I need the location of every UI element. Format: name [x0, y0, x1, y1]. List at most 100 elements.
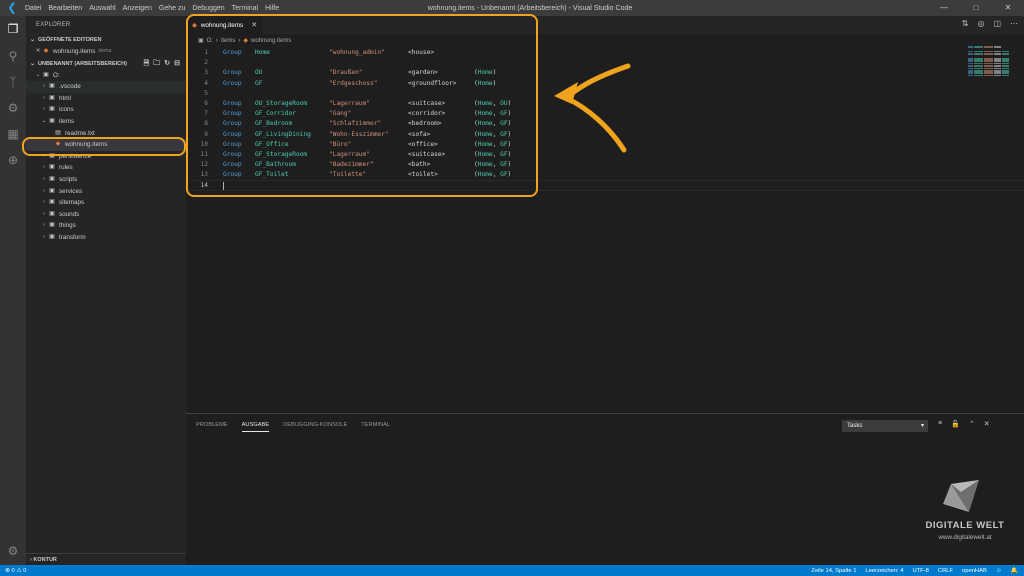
clear-output-icon[interactable]: ≡	[938, 420, 942, 428]
close-panel-icon[interactable]: ✕	[984, 420, 990, 428]
workspace-section[interactable]: ⌄ UNBENANNT (ARBEITSBEREICH) 🗎 🗀 ↻ ⊟	[26, 58, 186, 70]
tree-item-rules[interactable]: › ▣ rules	[26, 162, 186, 174]
watermark-url: www.digitalewelt.at	[938, 534, 992, 541]
tree-item-icons[interactable]: › ▣ icons	[26, 104, 186, 116]
remote-icon[interactable]: ⊕	[3, 150, 23, 170]
minimap-token	[984, 70, 993, 72]
menu-edit[interactable]: Bearbeiten	[48, 5, 82, 12]
tree-item-things[interactable]: › ▣ things	[26, 220, 186, 232]
open-editor-item[interactable]: ✕ ◆ wohnung.items items	[26, 46, 186, 58]
tab-debug-console[interactable]: DEBUGGING-KONSOLE	[283, 422, 347, 432]
minimap-token	[994, 70, 1001, 72]
digitale-welt-logo-icon	[943, 480, 979, 512]
lock-scroll-icon[interactable]: 🔓	[951, 420, 960, 428]
refresh-icon[interactable]: ↻	[164, 58, 170, 70]
collapse-all-icon[interactable]: ⊟	[174, 58, 180, 70]
minimap-token	[984, 50, 993, 53]
output-channel-value: Tasks	[847, 423, 863, 429]
panel-actions: ≡ 🔓 ⌃ ✕	[938, 420, 990, 428]
tree-root[interactable]: ⌄ ▣ O:	[26, 70, 186, 82]
explorer-icon[interactable]: ❐	[3, 19, 23, 39]
minimap-token	[994, 74, 1001, 77]
new-folder-icon[interactable]: 🗀	[153, 58, 160, 70]
output-channel-select[interactable]: Tasks ▾	[842, 420, 928, 432]
minimap-token	[974, 70, 983, 72]
tree-item-html[interactable]: › ▣ html	[26, 93, 186, 105]
cursor-position[interactable]: Zeile 14, Spalte 1	[811, 568, 856, 574]
notifications-icon[interactable]: 🔔	[1011, 568, 1018, 574]
minimap-token	[974, 46, 983, 48]
chevron-right-icon: ›	[43, 106, 45, 113]
minimap-token	[984, 65, 993, 67]
minimap-token	[974, 60, 983, 62]
tree-item-label: html	[59, 94, 71, 102]
minimap-token	[984, 46, 993, 48]
feedback-icon[interactable]: ☺	[996, 568, 1002, 574]
chevron-right-icon: ›	[43, 164, 45, 171]
minimap-token	[974, 74, 983, 77]
code-highlight-frame	[186, 14, 538, 197]
menu-terminal[interactable]: Terminal	[232, 5, 258, 12]
search-icon[interactable]: ⚲	[3, 46, 23, 66]
minimap-token	[968, 74, 973, 77]
chevron-right-icon: ›	[43, 94, 45, 101]
extensions-icon[interactable]: ▦	[3, 124, 23, 144]
folder-icon: ▣	[49, 94, 55, 101]
minimap-token	[974, 72, 983, 74]
close-icon[interactable]: ✕	[992, 0, 1024, 16]
new-file-icon[interactable]: 🗎	[144, 58, 150, 70]
folder-icon: ▣	[49, 222, 55, 229]
encoding[interactable]: UTF-8	[912, 568, 928, 574]
menu-view[interactable]: Anzeigen	[123, 5, 152, 12]
minimap[interactable]	[968, 46, 1010, 86]
split-editor-icon[interactable]: ◫	[993, 19, 1001, 28]
settings-gear-icon[interactable]: ⚙	[3, 541, 23, 561]
end-of-line[interactable]: CRLF	[938, 568, 953, 574]
chevron-right-icon: ›	[43, 83, 45, 90]
menu-help[interactable]: Hilfe	[265, 5, 279, 12]
tree-item-items[interactable]: ⌄ ▣ items	[26, 116, 186, 128]
menu-file[interactable]: Datei	[25, 5, 41, 12]
debug-icon[interactable]: ⚙	[3, 98, 23, 118]
indentation[interactable]: Leerzeichen: 4	[865, 568, 903, 574]
menu-go[interactable]: Gehe zu	[159, 5, 185, 12]
tree-item-sounds[interactable]: › ▣ sounds	[26, 209, 186, 221]
tree-item-sitemaps[interactable]: › ▣ sitemaps	[26, 197, 186, 209]
tab-problems[interactable]: PROBLEME	[196, 422, 228, 432]
minimap-token	[968, 67, 973, 70]
compare-icon[interactable]: ⇅	[962, 19, 969, 28]
outline-section[interactable]: › KONTUR	[26, 553, 186, 565]
minimap-token	[984, 74, 993, 77]
language-mode[interactable]: openHAB	[962, 568, 987, 574]
source-control-icon[interactable]: ᛉ	[3, 72, 23, 92]
minimap-token	[1002, 70, 1009, 72]
preview-icon[interactable]: ◎	[977, 19, 984, 28]
maximize-icon[interactable]: □	[960, 0, 992, 16]
chevron-right-icon: ›	[43, 233, 45, 240]
problems-status[interactable]: ⊗ 0 ⚠ 0	[5, 568, 26, 574]
folder-icon: ▣	[49, 164, 55, 171]
minimap-token	[968, 62, 973, 65]
menu-debug[interactable]: Debuggen	[192, 5, 224, 12]
minimap-token	[968, 50, 973, 53]
menu-selection[interactable]: Auswahl	[89, 5, 115, 12]
minimize-icon[interactable]: —	[928, 0, 960, 16]
tab-output[interactable]: AUSGABE	[241, 422, 270, 432]
chevron-right-icon: ›	[43, 210, 45, 217]
close-icon[interactable]: ✕	[34, 46, 42, 58]
minimap-token	[984, 60, 993, 62]
tree-item-scripts[interactable]: › ▣ scripts	[26, 174, 186, 186]
tree-item-vscode[interactable]: › ▣ .vscode	[26, 81, 186, 93]
maximize-panel-icon[interactable]: ⌃	[969, 420, 975, 428]
open-editor-name: wohnung.items	[53, 48, 96, 55]
minimap-token	[968, 46, 973, 48]
panel-tabs: PROBLEME AUSGABE DEBUGGING-KONSOLE TERMI…	[196, 422, 390, 432]
more-actions-icon[interactable]: ⋯	[1010, 19, 1018, 28]
open-editors-section[interactable]: ⌄ GEÖFFNETE EDITOREN	[26, 34, 186, 46]
folder-icon: ▣	[49, 106, 55, 113]
tree-item-transform[interactable]: › ▣ transform	[26, 232, 186, 244]
chevron-right-icon: ›	[43, 175, 45, 182]
chevron-down-icon: ⌄	[30, 60, 36, 67]
tree-item-services[interactable]: › ▣ services	[26, 186, 186, 198]
tab-terminal[interactable]: TERMINAL	[361, 422, 390, 432]
